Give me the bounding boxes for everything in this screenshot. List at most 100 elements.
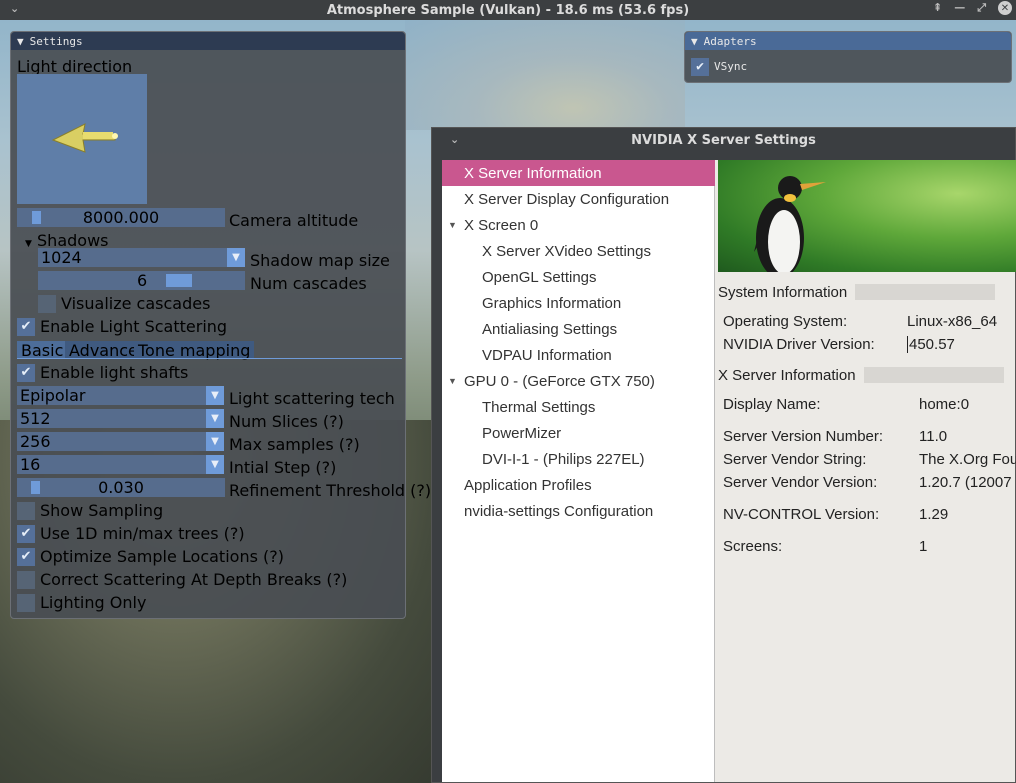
app-titlebar: ⌄ Atmosphere Sample (Vulkan) - 18.6 ms (…	[0, 0, 1016, 20]
initial-step-value: 16	[20, 455, 41, 474]
system-information-header: System Information	[718, 281, 996, 303]
settings-title-bar[interactable]: ▼ Settings	[11, 32, 405, 50]
initial-step-label: Intial Step (?)	[229, 458, 337, 477]
show-sampling-label: Show Sampling	[40, 501, 164, 520]
enable-light-shafts-label: Enable light shafts	[40, 363, 189, 382]
shadow-map-size-combo[interactable]: 1024 ▼	[38, 248, 245, 267]
tab-underline	[17, 358, 402, 359]
dropdown-arrow-icon[interactable]: ▼	[206, 409, 224, 428]
collapse-triangle-icon[interactable]: ▼	[691, 35, 698, 48]
camera-altitude-value: 8000.000	[82, 208, 160, 227]
light-scattering-tech-label: Light scattering tech	[229, 389, 395, 408]
adapters-title-bar[interactable]: ▼ Adapters	[685, 32, 1011, 50]
display-name-label: Display Name:	[723, 396, 821, 413]
enable-light-scattering-row[interactable]: ✔ Enable Light Scattering	[17, 317, 227, 336]
dropdown-arrow-icon[interactable]: ▼	[227, 248, 245, 267]
expand-triangle-icon[interactable]: ▼	[448, 376, 457, 386]
tree-item-xvideo-settings[interactable]: X Server XVideo Settings	[482, 238, 651, 264]
background-sky	[405, 20, 685, 130]
dropdown-arrow-icon[interactable]: ▼	[206, 455, 224, 474]
visualize-cascades-checkbox[interactable]	[38, 294, 56, 313]
nvidia-titlebar: ⌄ NVIDIA X Server Settings	[432, 128, 1015, 152]
num-cascades-slider[interactable]: 6	[38, 271, 245, 290]
expand-triangle-icon[interactable]: ▼	[448, 220, 457, 230]
info-pane: System Information Operating System: Lin…	[718, 160, 1016, 782]
max-samples-combo[interactable]: 256 ▼	[17, 432, 224, 451]
visualize-cascades-row[interactable]: Visualize cascades	[38, 294, 210, 313]
tree-item-x-server-display-configuration[interactable]: X Server Display Configuration	[464, 186, 669, 212]
max-samples-label: Max samples (?)	[229, 435, 360, 454]
vsync-checkbox[interactable]: ✔	[691, 57, 709, 76]
tree-item-thermal-settings[interactable]: Thermal Settings	[482, 394, 595, 420]
screens-value: 1	[919, 538, 928, 555]
num-slices-label: Num Slices (?)	[229, 412, 344, 431]
maximize-icon[interactable]: ⤢	[977, 1, 986, 15]
lighting-only-checkbox[interactable]	[17, 593, 35, 612]
camera-altitude-slider[interactable]: 8000.000	[17, 208, 225, 227]
use-1d-trees-label: Use 1D min/max trees (?)	[40, 524, 245, 543]
vendor-string-value: The X.Org Fou	[919, 451, 1016, 468]
num-slices-combo[interactable]: 512 ▼	[17, 409, 224, 428]
light-scattering-tech-combo[interactable]: Epipolar ▼	[17, 386, 224, 405]
optimize-sample-locations-checkbox[interactable]: ✔	[17, 547, 35, 566]
optimize-sample-locations-row[interactable]: ✔ Optimize Sample Locations (?)	[17, 547, 284, 566]
expand-triangle-icon: ▼	[25, 239, 32, 249]
tree-item-application-profiles[interactable]: Application Profiles	[464, 472, 592, 498]
os-label: Operating System:	[723, 313, 848, 330]
settings-title: Settings	[29, 34, 83, 48]
display-name-value: home:0	[919, 396, 970, 413]
use-1d-trees-row[interactable]: ✔ Use 1D min/max trees (?)	[17, 524, 245, 543]
refinement-threshold-slider[interactable]: 0.030	[17, 478, 225, 497]
shadow-map-size-value: 1024	[41, 248, 82, 267]
correct-scattering-checkbox[interactable]	[17, 570, 35, 589]
collapse-triangle-icon[interactable]: ▼	[17, 35, 24, 48]
show-sampling-row[interactable]: Show Sampling	[17, 501, 163, 520]
close-icon[interactable]: ✕	[998, 1, 1012, 15]
dropdown-arrow-icon[interactable]: ▼	[206, 432, 224, 451]
num-cascades-label: Num cascades	[250, 274, 367, 293]
tree-item-powermizer[interactable]: PowerMizer	[482, 420, 561, 446]
tree-item-vdpau-information[interactable]: VDPAU Information	[482, 342, 612, 368]
enable-light-scattering-label: Enable Light Scattering	[40, 317, 228, 336]
tree-item-antialiasing-settings[interactable]: Antialiasing Settings	[482, 316, 617, 342]
tree-item-dvi-i-1[interactable]: DVI-I-1 - (Philips 227EL)	[482, 446, 645, 472]
show-sampling-checkbox[interactable]	[17, 501, 35, 520]
screens-label: Screens:	[723, 538, 783, 555]
os-value: Linux-x86_64	[907, 313, 998, 330]
light-direction-gizmo[interactable]	[17, 74, 147, 204]
tree-item-nvidia-settings-configuration[interactable]: nvidia-settings Configuration	[464, 498, 653, 524]
window-menu-icon[interactable]: ⌄	[450, 133, 459, 146]
correct-scattering-row[interactable]: Correct Scattering At Depth Breaks (?)	[17, 570, 347, 589]
max-samples-value: 256	[20, 432, 51, 451]
server-version-value: 11.0	[919, 428, 948, 445]
vsync-row[interactable]: ✔ VSync	[691, 57, 747, 76]
dropdown-arrow-icon[interactable]: ▼	[206, 386, 224, 405]
tree-item-graphics-information[interactable]: Graphics Information	[482, 290, 621, 316]
use-1d-trees-checkbox[interactable]: ✔	[17, 524, 35, 543]
minimize-icon[interactable]: —	[954, 1, 965, 15]
enable-light-scattering-checkbox[interactable]: ✔	[17, 317, 35, 336]
lighting-only-row[interactable]: Lighting Only	[17, 593, 146, 612]
tree-item-gpu-0[interactable]: GPU 0 - (GeForce GTX 750)	[464, 368, 655, 394]
camera-altitude-label: Camera altitude	[229, 211, 359, 230]
num-slices-value: 512	[20, 409, 51, 428]
pin-icon[interactable]: ⇞	[933, 1, 942, 15]
nv-control-version-label: NV-CONTROL Version:	[723, 506, 880, 523]
tab-tone-mapping[interactable]: Tone mapping	[134, 341, 255, 360]
visualize-cascades-label: Visualize cascades	[61, 294, 211, 313]
nvidia-body: X Server Information X Server Display Co…	[442, 160, 1016, 782]
tree-item-opengl-settings[interactable]: OpenGL Settings	[482, 264, 597, 290]
tab-basic[interactable]: Basic	[17, 341, 68, 360]
initial-step-combo[interactable]: 16 ▼	[17, 455, 224, 474]
vendor-string-label: Server Vendor String:	[723, 451, 867, 468]
enable-light-shafts-checkbox[interactable]: ✔	[17, 363, 35, 382]
window-title: Atmosphere Sample (Vulkan) - 18.6 ms (53…	[326, 2, 690, 18]
optimize-sample-locations-label: Optimize Sample Locations (?)	[40, 547, 284, 566]
tree-item-x-server-information[interactable]: X Server Information	[442, 160, 715, 186]
refinement-threshold-value: 0.030	[98, 478, 144, 497]
tree-item-x-screen-0[interactable]: X Screen 0	[464, 212, 538, 238]
enable-light-shafts-row[interactable]: ✔ Enable light shafts	[17, 363, 188, 382]
nvidia-title: NVIDIA X Server Settings	[631, 132, 816, 148]
window-menu-icon[interactable]: ⌄	[10, 2, 19, 15]
driver-version-value[interactable]: 450.57	[907, 336, 955, 353]
